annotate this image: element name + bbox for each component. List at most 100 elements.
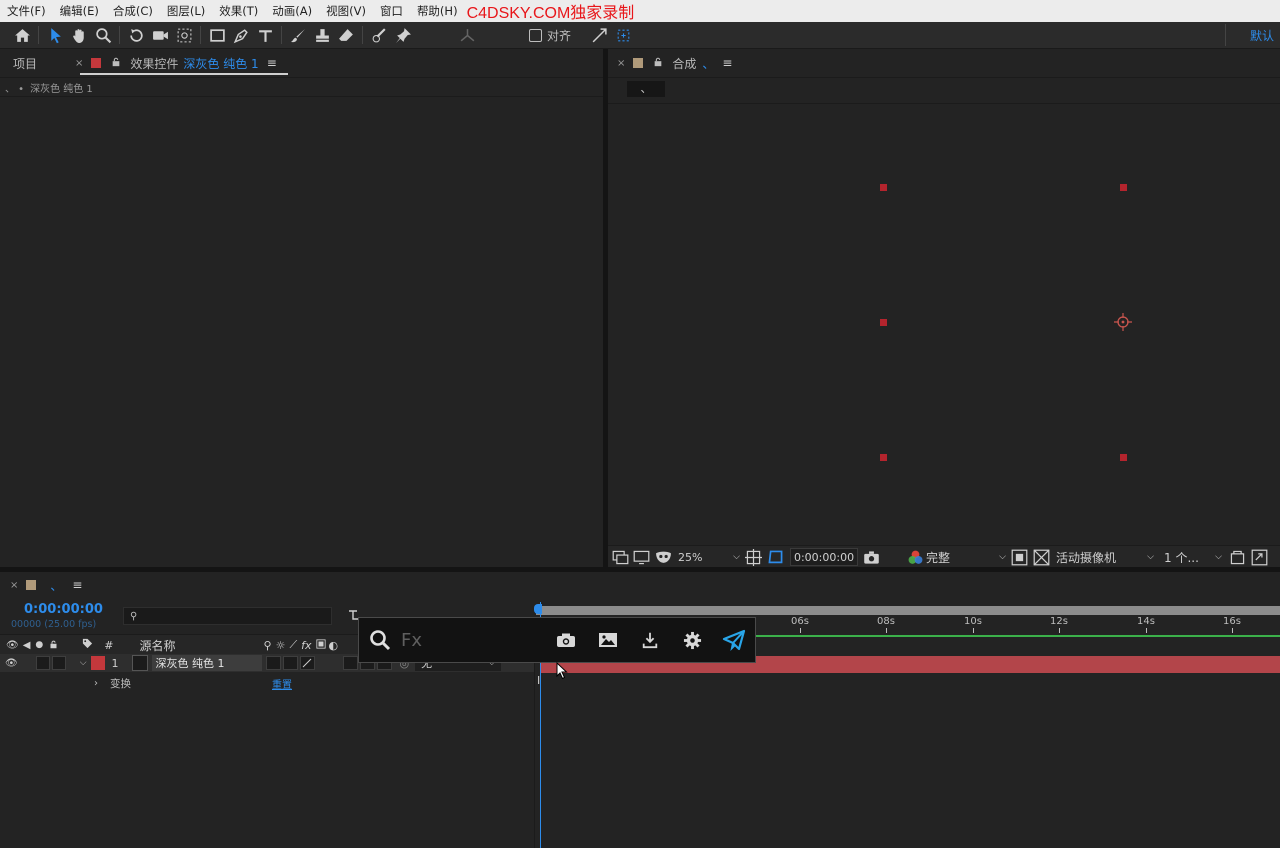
- monitor-icon[interactable]: [630, 547, 652, 567]
- pen-tool-icon[interactable]: [229, 22, 253, 48]
- quality-switch-header-icon[interactable]: ⟋: [289, 638, 297, 652]
- tab-project[interactable]: 项目: [13, 55, 37, 72]
- frame-blend-header-icon[interactable]: [315, 638, 326, 652]
- viewer-timecode[interactable]: 0:00:00:00: [790, 548, 858, 566]
- collapse-switch-header-icon[interactable]: ☼: [276, 639, 286, 652]
- menu-file[interactable]: 文件(F): [0, 0, 53, 22]
- snap-checkbox[interactable]: [529, 28, 542, 42]
- menu-view[interactable]: 视图(V): [319, 0, 373, 22]
- always-preview-icon[interactable]: [610, 547, 630, 567]
- comp-subtab[interactable]: 、: [627, 81, 665, 97]
- mask-view-icon[interactable]: [652, 547, 674, 567]
- column-source-name-header[interactable]: 源名称: [139, 637, 175, 654]
- puppet-pin-tool-icon[interactable]: [391, 22, 415, 48]
- video-toggle-header-icon[interactable]: 👁: [6, 640, 19, 651]
- menu-layer[interactable]: 图层(L): [160, 0, 212, 22]
- reset-link[interactable]: 重置: [272, 676, 292, 691]
- fast-previews-icon[interactable]: [1008, 547, 1030, 567]
- text-tool-icon[interactable]: [253, 22, 277, 48]
- camera-dropdown[interactable]: 活动摄像机 ⌵: [1056, 549, 1154, 566]
- search-icon[interactable]: [359, 618, 401, 662]
- comp-viewer[interactable]: [608, 103, 1280, 543]
- brush-tool-icon[interactable]: [286, 22, 310, 48]
- workspace-default[interactable]: 默认: [1226, 27, 1280, 44]
- collapse-switch-box[interactable]: [282, 656, 298, 670]
- eraser-tool-icon[interactable]: [334, 22, 358, 48]
- snap-mode-icon[interactable]: [587, 22, 611, 48]
- panel-menu-icon[interactable]: ≡: [267, 56, 277, 70]
- shy-switch-box[interactable]: [265, 656, 281, 670]
- video-visibility-icon[interactable]: 👁: [5, 658, 18, 669]
- panel-menu-icon[interactable]: ≡: [72, 578, 82, 592]
- resolution-dropdown[interactable]: 完整 ⌵: [926, 549, 1006, 566]
- effects-switch-box[interactable]: [342, 656, 358, 670]
- roto-brush-tool-icon[interactable]: [367, 22, 391, 48]
- close-icon[interactable]: ×: [617, 58, 625, 69]
- pan-behind-tool-icon[interactable]: [172, 22, 196, 48]
- flowchart-icon[interactable]: [1248, 547, 1270, 567]
- zoom-tool-icon[interactable]: [91, 22, 115, 48]
- transparency-grid-icon[interactable]: [1030, 547, 1052, 567]
- send-plane-icon[interactable]: [713, 618, 755, 662]
- snapshot-icon[interactable]: [858, 547, 884, 567]
- menu-help[interactable]: 帮助(H): [410, 0, 465, 22]
- views-dropdown[interactable]: 1 个... ⌵: [1164, 549, 1222, 566]
- lock-icon[interactable]: [653, 56, 663, 70]
- layer-handle-top-left[interactable]: [880, 184, 887, 191]
- camera-tool-icon[interactable]: [148, 22, 172, 48]
- snap-bounds-icon[interactable]: [611, 22, 635, 48]
- transform-row[interactable]: › 变换 重置: [0, 674, 534, 692]
- current-time[interactable]: 0:00:00:00: [24, 602, 103, 617]
- lock-header-icon[interactable]: [49, 638, 58, 652]
- layer-handle-bottom-right[interactable]: [1120, 454, 1127, 461]
- menu-window[interactable]: 窗口: [373, 0, 410, 22]
- layer-search-input[interactable]: ⚲: [123, 607, 332, 625]
- layer-handle-middle-left[interactable]: [880, 319, 887, 326]
- chevron-right-icon[interactable]: ›: [94, 678, 98, 689]
- region-of-interest-icon[interactable]: [764, 547, 786, 567]
- download-icon[interactable]: [629, 618, 671, 662]
- clone-stamp-tool-icon[interactable]: [310, 22, 334, 48]
- snap-toggle[interactable]: 对齐: [529, 27, 571, 44]
- fit-frame-icon[interactable]: [742, 547, 764, 567]
- gear-icon[interactable]: [671, 618, 713, 662]
- audio-toggle-box[interactable]: [35, 656, 50, 670]
- menu-edit[interactable]: 编辑(E): [53, 0, 106, 22]
- anchor-point-icon[interactable]: [1113, 312, 1133, 332]
- panel-menu-icon[interactable]: ≡: [722, 56, 732, 70]
- color-channels-icon[interactable]: [904, 547, 926, 567]
- menu-effect[interactable]: 效果(T): [212, 0, 265, 22]
- layer-name[interactable]: 深灰色 纯色 1: [151, 655, 262, 671]
- tab-effect-controls[interactable]: 效果控件: [130, 55, 178, 72]
- rotate-tool-icon[interactable]: [124, 22, 148, 48]
- audio-toggle-header-icon[interactable]: ◀: [23, 640, 31, 651]
- selection-tool-icon[interactable]: [43, 22, 67, 48]
- layer-handle-top-right[interactable]: [1120, 184, 1127, 191]
- rectangle-tool-icon[interactable]: [205, 22, 229, 48]
- menu-animation[interactable]: 动画(A): [265, 0, 319, 22]
- camera-icon[interactable]: [545, 618, 587, 662]
- shy-switch-header-icon[interactable]: ⚲: [264, 639, 272, 652]
- hand-tool-icon[interactable]: [67, 22, 91, 48]
- close-icon[interactable]: ×: [10, 580, 18, 591]
- solo-header-icon[interactable]: ●: [35, 640, 43, 650]
- layer-handle-bottom-left[interactable]: [880, 454, 887, 461]
- layer-label-color[interactable]: [90, 656, 105, 670]
- menu-composition[interactable]: 合成(C): [106, 0, 160, 22]
- quality-switch-box[interactable]: [299, 656, 315, 670]
- zoom-dropdown[interactable]: 25% ⌵: [678, 551, 740, 564]
- lock-icon[interactable]: [111, 56, 121, 70]
- label-header-icon[interactable]: [82, 638, 93, 652]
- work-area-bar[interactable]: [536, 606, 1280, 615]
- motion-blur-header-icon[interactable]: ◐: [329, 639, 339, 652]
- timeline-comp-name[interactable]: 、: [50, 577, 62, 594]
- chevron-down-icon[interactable]: ⌵: [80, 658, 87, 668]
- effect-search-input[interactable]: Fx: [401, 625, 531, 655]
- effects-switch-header-icon[interactable]: fx: [301, 639, 311, 652]
- close-icon[interactable]: ×: [75, 58, 83, 69]
- tab-composition[interactable]: 合成: [672, 55, 696, 72]
- reset-exposure-icon[interactable]: [1226, 547, 1248, 567]
- image-gallery-icon[interactable]: [587, 618, 629, 662]
- solo-toggle-box[interactable]: [51, 656, 66, 670]
- home-icon[interactable]: [10, 22, 34, 48]
